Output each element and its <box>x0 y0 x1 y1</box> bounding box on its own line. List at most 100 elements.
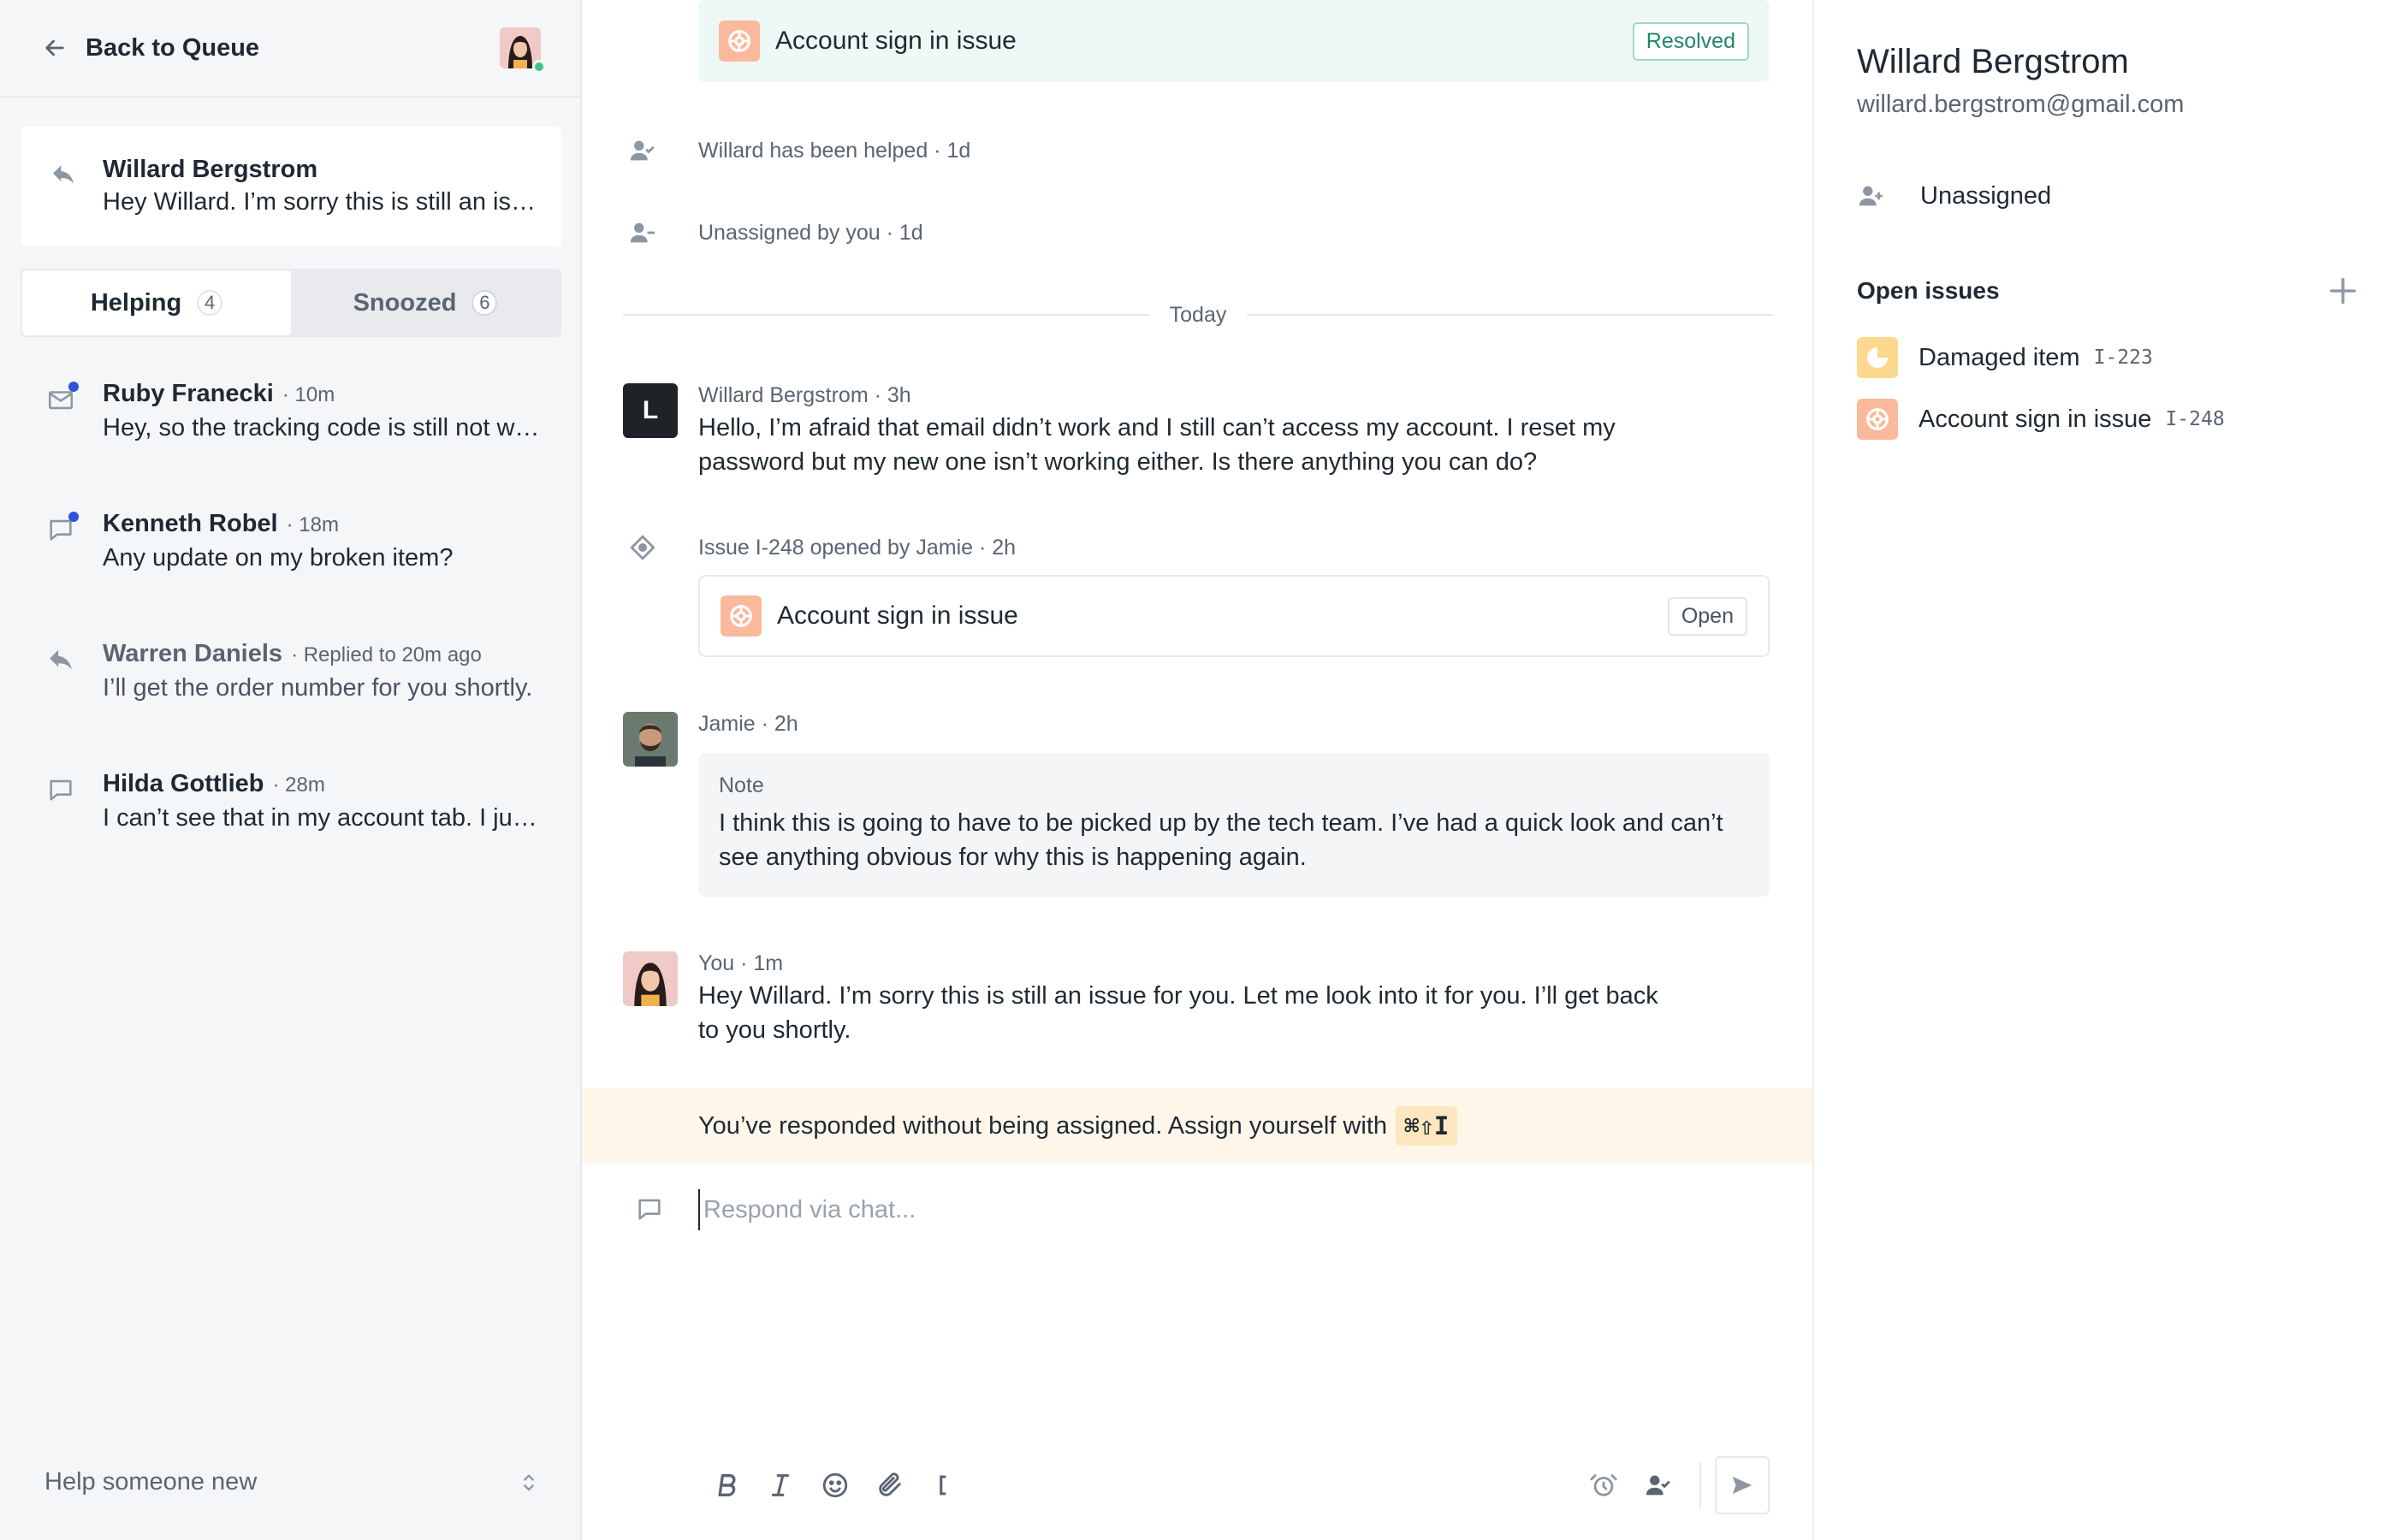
current-user-avatar[interactable] <box>500 27 546 74</box>
event-text: Willard has been helped · 1d <box>698 138 971 163</box>
reply-icon <box>53 165 74 184</box>
customer-email[interactable]: willard.bergstrom@gmail.com <box>1857 91 2184 119</box>
unread-badge <box>68 382 79 392</box>
conversation-name: Warren Daniels <box>103 640 283 667</box>
lifebuoy-icon <box>719 21 760 62</box>
emoji-button[interactable] <box>808 1458 863 1513</box>
conversation-preview: Any update on my broken item? <box>103 544 454 572</box>
send-icon <box>1732 1477 1753 1494</box>
date-divider-label: Today <box>1169 302 1227 327</box>
date-divider: Today <box>623 298 1773 332</box>
lifebuoy-icon <box>1857 399 1898 440</box>
tab-helping-count: 4 <box>197 290 223 316</box>
open-issue-title: Account sign in issue <box>1919 405 2152 433</box>
event-text: Unassigned by you · 1d <box>698 220 923 245</box>
help-someone-new-label: Help someone new <box>44 1468 258 1496</box>
message-meta: Willard Bergstrom · 3h <box>698 383 911 407</box>
arrow-left-icon <box>45 39 64 56</box>
status-badge: Resolved <box>1632 21 1749 61</box>
pie-chart-icon <box>1857 337 1898 378</box>
attach-button[interactable] <box>863 1458 917 1513</box>
tab-snoozed-label: Snoozed <box>353 288 457 317</box>
conversation-time: · Replied to 20m ago <box>291 643 482 666</box>
send-button[interactable] <box>1715 1456 1770 1514</box>
tab-helping[interactable]: Helping 4 <box>22 270 291 335</box>
email-icon <box>46 382 79 414</box>
chat-icon <box>46 512 79 544</box>
assign-button[interactable] <box>1631 1458 1686 1513</box>
chat-reply-input[interactable] <box>698 1189 1682 1230</box>
conversation-item-hilda[interactable]: Hilda Gottlieb · 28m I can’t see that in… <box>0 758 580 869</box>
macro-button[interactable] <box>917 1458 972 1513</box>
customer-name: Willard Bergstrom <box>1857 43 2129 80</box>
paperclip-icon <box>879 1472 901 1496</box>
open-issues-heading: Open issues <box>1857 277 2000 304</box>
active-conversation-preview: Hey Willard. I’m sorry this is still an … <box>103 188 539 216</box>
lifebuoy-icon <box>721 595 762 637</box>
event-issue-opened: Issue I-248 opened by Jamie · 2h <box>628 530 1016 565</box>
user-plus-icon <box>1859 186 1883 206</box>
my-avatar <box>623 951 678 1006</box>
conversation-item-warren[interactable]: Warren Daniels · Replied to 20m ago I’ll… <box>0 628 580 739</box>
chat-icon <box>638 1199 661 1220</box>
online-status-indicator <box>532 60 546 74</box>
active-conversation-card[interactable]: Willard Bergstrom Hey Willard. I’m sorry… <box>21 127 561 246</box>
conversation-thread: Account sign in issue Resolved Willard h… <box>582 0 1814 1540</box>
open-issue-item[interactable]: Damaged item I-223 <box>1857 335 2153 380</box>
issue-diamond-icon <box>630 535 655 560</box>
message-meta: You · 1m <box>698 951 784 975</box>
conversation-time: · 28m <box>272 773 325 797</box>
tab-snoozed-count: 6 <box>471 290 498 316</box>
toolbar-divider <box>1699 1463 1701 1507</box>
conversation-sidebar: Back to Queue Willard Bergstrom Hey Will… <box>0 0 582 1540</box>
help-someone-new-select[interactable]: Help someone new <box>44 1468 541 1496</box>
customer-details-panel: Willard Bergstrom willard.bergstrom@gmai… <box>1816 0 2396 1540</box>
italic-button[interactable] <box>753 1458 808 1513</box>
bold-icon <box>718 1473 736 1497</box>
note-label: Note <box>719 773 764 797</box>
conversation-item-ruby[interactable]: Ruby Franecki · 10m Hey, so the tracking… <box>0 368 580 479</box>
chat-icon <box>46 775 75 804</box>
resolved-issue-card[interactable]: Account sign in issue Resolved <box>698 0 1770 82</box>
back-to-queue-label: Back to Queue <box>86 33 260 62</box>
customer-avatar: L <box>623 383 678 438</box>
open-issue-title: Damaged item <box>1919 343 2080 371</box>
message-body: Hello, I’m afraid that email didn’t work… <box>698 414 1616 476</box>
italic-icon <box>771 1474 790 1496</box>
conversation-preview: I’ll get the order number for you shortl… <box>103 674 533 702</box>
conversation-name: Ruby Franecki <box>103 380 274 407</box>
conversation-name: Kenneth Robel <box>103 510 278 537</box>
user-check-icon <box>630 140 655 161</box>
conversation-preview: Hey, so the tracking code is still not w… <box>103 414 548 441</box>
conversation-name: Hilda Gottlieb <box>103 770 264 797</box>
reply-icon <box>46 645 75 674</box>
open-issue-card[interactable]: Account sign in issue Open <box>698 575 1770 657</box>
plus-icon[interactable] <box>2326 274 2360 308</box>
status-badge: Open <box>1667 596 1747 636</box>
assign-shortcut-key[interactable]: ⌘⇧I <box>1396 1106 1458 1146</box>
user-check-icon <box>1646 1475 1670 1496</box>
conversation-time: · 18m <box>286 513 339 536</box>
assignee-selector[interactable]: Unassigned <box>1857 181 2051 210</box>
issue-title: Account sign in issue <box>777 601 1018 630</box>
bold-button[interactable] <box>698 1458 753 1513</box>
conversation-preview: I can’t see that in my account tab. I ju… <box>103 804 548 832</box>
issue-title: Account sign in issue <box>775 27 1017 55</box>
conversation-item-kenneth[interactable]: Kenneth Robel · 18m Any update on my bro… <box>0 498 580 609</box>
user-minus-icon <box>630 222 655 243</box>
event-unassigned: Unassigned by you · 1d <box>628 216 923 250</box>
chevron-updown-icon <box>524 1474 534 1490</box>
message-meta: Jamie · 2h <box>698 712 798 736</box>
jamie-avatar <box>623 712 678 767</box>
snooze-button[interactable] <box>1576 1458 1631 1513</box>
unassigned-warning-banner: You’ve responded without being assigned.… <box>582 1088 1812 1164</box>
back-to-queue-button[interactable]: Back to Queue <box>41 31 259 65</box>
unread-badge <box>68 512 79 522</box>
open-issue-item[interactable]: Account sign in issue I-248 <box>1857 397 2225 441</box>
conversation-tabs: Helping 4 Snoozed 6 <box>21 269 561 337</box>
alarm-clock-icon <box>1590 1474 1617 1496</box>
emoji-icon <box>822 1472 848 1498</box>
internal-note: Note I think this is going to have to be… <box>698 753 1770 897</box>
sidebar-divider <box>0 96 580 98</box>
tab-snoozed[interactable]: Snoozed 6 <box>291 270 560 335</box>
